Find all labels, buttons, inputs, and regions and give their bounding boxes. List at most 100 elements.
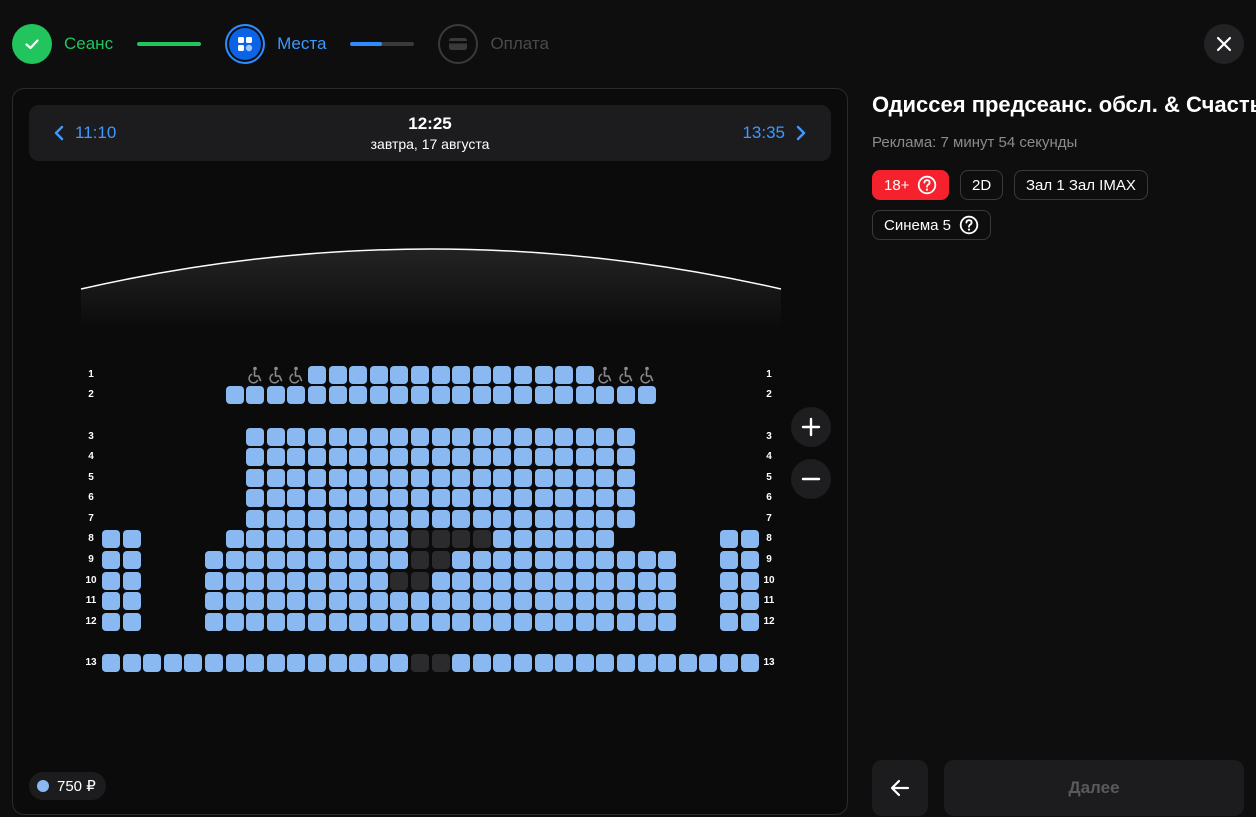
seat[interactable]	[472, 551, 491, 569]
seat[interactable]	[596, 448, 615, 466]
seat[interactable]	[328, 428, 347, 446]
seat[interactable]	[266, 551, 285, 569]
seat[interactable]	[266, 448, 285, 466]
seat[interactable]	[349, 366, 368, 384]
seat[interactable]	[411, 510, 429, 528]
seat[interactable]	[246, 572, 265, 590]
seat[interactable]	[225, 572, 244, 590]
seat[interactable]	[493, 613, 512, 631]
seat[interactable]	[349, 654, 368, 672]
seat[interactable]	[205, 551, 223, 569]
seat[interactable]	[617, 469, 635, 487]
seat[interactable]	[225, 654, 244, 672]
seat[interactable]	[637, 592, 656, 610]
seat[interactable]	[452, 613, 471, 631]
seat[interactable]	[328, 489, 347, 507]
seat[interactable]	[102, 613, 120, 631]
seat[interactable]	[534, 469, 553, 487]
seat[interactable]	[349, 592, 368, 610]
cinema-tag[interactable]: Синема 5	[872, 210, 992, 240]
seat[interactable]	[720, 551, 738, 569]
step-session[interactable]: Сеанс	[12, 24, 113, 64]
seat[interactable]	[534, 428, 553, 446]
seat[interactable]	[246, 428, 265, 446]
seat[interactable]	[287, 613, 306, 631]
seat[interactable]	[617, 386, 635, 404]
seat[interactable]	[534, 572, 553, 590]
seat[interactable]	[678, 654, 697, 672]
seat[interactable]	[390, 448, 409, 466]
seat[interactable]	[740, 551, 759, 569]
seat[interactable]	[452, 551, 471, 569]
seat[interactable]	[369, 448, 388, 466]
seat[interactable]	[658, 572, 677, 590]
seat[interactable]	[699, 654, 718, 672]
seat[interactable]	[658, 551, 677, 569]
seat[interactable]	[246, 592, 265, 610]
seat[interactable]	[617, 572, 635, 590]
seat[interactable]	[411, 366, 429, 384]
seat[interactable]	[225, 613, 244, 631]
seat[interactable]	[308, 448, 326, 466]
seat[interactable]	[596, 510, 615, 528]
seat[interactable]	[266, 654, 285, 672]
seat[interactable]	[349, 489, 368, 507]
seat[interactable]	[472, 366, 491, 384]
seat[interactable]	[122, 572, 141, 590]
seat[interactable]	[472, 386, 491, 404]
seat[interactable]	[369, 654, 388, 672]
seat[interactable]	[246, 510, 265, 528]
seat[interactable]	[534, 386, 553, 404]
seat[interactable]	[390, 530, 409, 548]
seat[interactable]	[617, 448, 635, 466]
seat[interactable]	[472, 613, 491, 631]
seat[interactable]	[472, 469, 491, 487]
seat[interactable]	[390, 428, 409, 446]
seat[interactable]	[658, 592, 677, 610]
seat[interactable]	[266, 572, 285, 590]
seat[interactable]	[720, 654, 738, 672]
seat[interactable]	[246, 469, 265, 487]
seat[interactable]	[575, 428, 594, 446]
seat[interactable]	[102, 530, 120, 548]
seat[interactable]	[369, 572, 388, 590]
seat[interactable]	[658, 613, 677, 631]
seat[interactable]	[534, 613, 553, 631]
seat[interactable]	[266, 613, 285, 631]
seat[interactable]	[287, 551, 306, 569]
seat[interactable]	[637, 654, 656, 672]
seat[interactable]	[122, 551, 141, 569]
seat[interactable]	[617, 489, 635, 507]
seat[interactable]	[349, 386, 368, 404]
seat[interactable]	[308, 469, 326, 487]
seat[interactable]	[555, 510, 574, 528]
seat[interactable]	[740, 592, 759, 610]
seat[interactable]	[472, 510, 491, 528]
seat[interactable]	[369, 489, 388, 507]
seat[interactable]	[287, 530, 306, 548]
seat[interactable]	[246, 448, 265, 466]
seat[interactable]	[431, 428, 450, 446]
seat[interactable]	[246, 489, 265, 507]
seat[interactable]	[514, 448, 532, 466]
seat[interactable]	[390, 386, 409, 404]
seat[interactable]	[472, 592, 491, 610]
seat[interactable]	[308, 551, 326, 569]
seat[interactable]	[740, 613, 759, 631]
seat[interactable]	[431, 592, 450, 610]
seat[interactable]	[452, 386, 471, 404]
seat[interactable]	[720, 613, 738, 631]
seat[interactable]	[369, 613, 388, 631]
seat[interactable]	[720, 592, 738, 610]
seat[interactable]	[287, 572, 306, 590]
seat[interactable]	[472, 489, 491, 507]
seat[interactable]	[411, 613, 429, 631]
seat[interactable]	[369, 551, 388, 569]
seat[interactable]	[163, 654, 182, 672]
seat[interactable]	[596, 530, 615, 548]
seat[interactable]	[122, 530, 141, 548]
seat[interactable]	[308, 489, 326, 507]
seat[interactable]	[308, 428, 326, 446]
seat[interactable]	[555, 551, 574, 569]
seat[interactable]	[720, 572, 738, 590]
